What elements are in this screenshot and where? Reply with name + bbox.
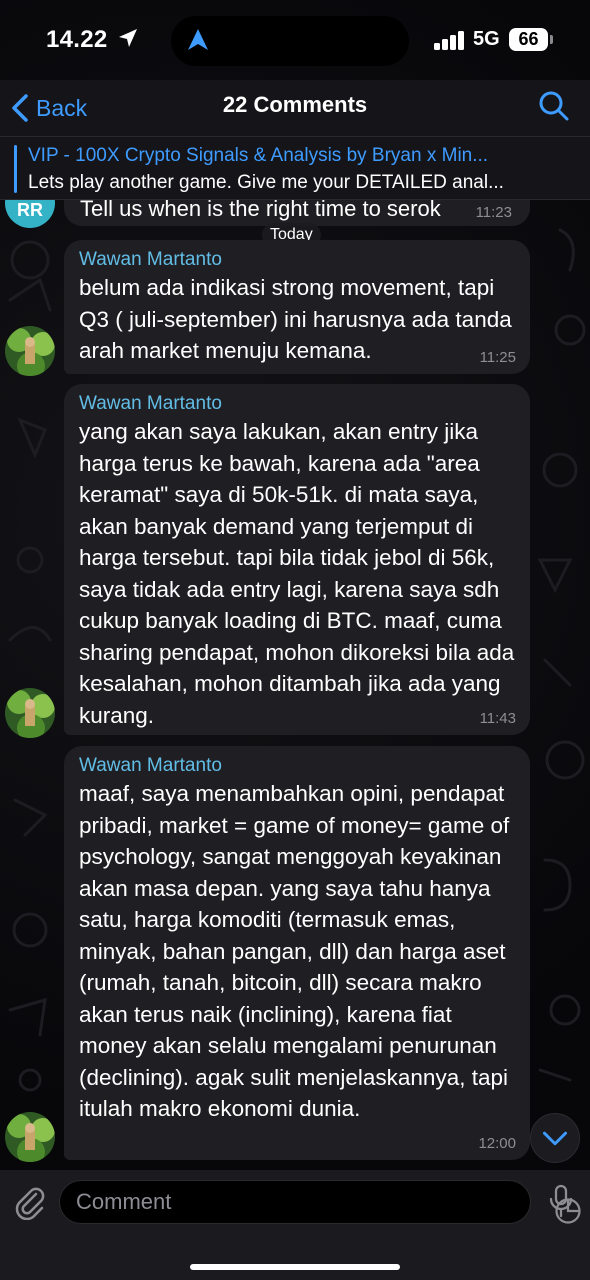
avatar-image — [5, 1112, 55, 1162]
comment-input-bar — [0, 1170, 590, 1280]
message-text: yang akan saya lakukan, akan entry jika … — [79, 419, 515, 728]
avatar[interactable] — [5, 1112, 55, 1162]
pinned-accent-bar — [14, 145, 17, 193]
sender-name[interactable]: Wawan Martanto — [79, 754, 516, 778]
message-time: 11:25 — [479, 349, 516, 366]
cellular-signal-icon — [434, 30, 466, 50]
status-bar: 14.22 5G 66 — [0, 0, 590, 80]
page-title: 22 Comments — [222, 92, 368, 117]
pinned-channel-title: VIP - 100X Crypto Signals & Analysis by … — [28, 145, 489, 166]
status-time: 14.22 — [46, 26, 108, 53]
avatar-image — [5, 688, 55, 738]
comment-input[interactable] — [76, 1181, 476, 1223]
battery-tip — [550, 35, 553, 44]
paperclip-icon[interactable] — [14, 1186, 46, 1220]
message-time: 11:43 — [479, 710, 516, 727]
message-bubble[interactable]: Wawan Martanto belum ada indikasi strong… — [64, 240, 530, 374]
message-text: Tell us when is the right time to serok — [80, 200, 441, 221]
navigation-arrow-icon — [188, 29, 208, 50]
microphone-icon[interactable] — [548, 1184, 574, 1218]
nav-header: Back 22 Comments — [0, 80, 590, 136]
message-bubble[interactable]: Wawan Martanto maaf, saya menambahkan op… — [64, 746, 530, 1160]
message-time: 12:00 — [478, 1135, 516, 1152]
message-text: maaf, saya menambahkan opini, pendapat p… — [79, 781, 510, 1121]
avatar-image — [5, 326, 55, 376]
message-list[interactable]: RR Tell us when is the right time to ser… — [0, 200, 590, 1170]
avatar[interactable] — [5, 688, 55, 738]
avatar[interactable]: RR — [5, 200, 55, 228]
home-indicator — [190, 1264, 400, 1270]
location-arrow-icon — [119, 29, 137, 47]
network-type: 5G — [473, 28, 500, 50]
battery-icon: 66 — [509, 28, 548, 51]
sender-name[interactable]: Wawan Martanto — [79, 392, 516, 416]
pinned-preview-text: Lets play another game. Give me your DET… — [28, 172, 504, 193]
sender-name[interactable]: Wawan Martanto — [79, 248, 516, 272]
scroll-to-bottom-button[interactable] — [530, 1113, 580, 1163]
comment-field[interactable] — [59, 1180, 581, 1224]
chevron-down-icon — [543, 1131, 567, 1146]
search-icon[interactable] — [538, 90, 570, 122]
pinned-channel-post[interactable]: VIP - 100X Crypto Signals & Analysis by … — [0, 136, 590, 200]
message-time: 11:23 — [475, 204, 512, 221]
message-text: belum ada indikasi strong movement, tapi… — [79, 275, 512, 363]
dynamic-island — [171, 16, 409, 66]
avatar[interactable] — [5, 326, 55, 376]
message-bubble[interactable]: Wawan Martanto yang akan saya lakukan, a… — [64, 384, 530, 735]
